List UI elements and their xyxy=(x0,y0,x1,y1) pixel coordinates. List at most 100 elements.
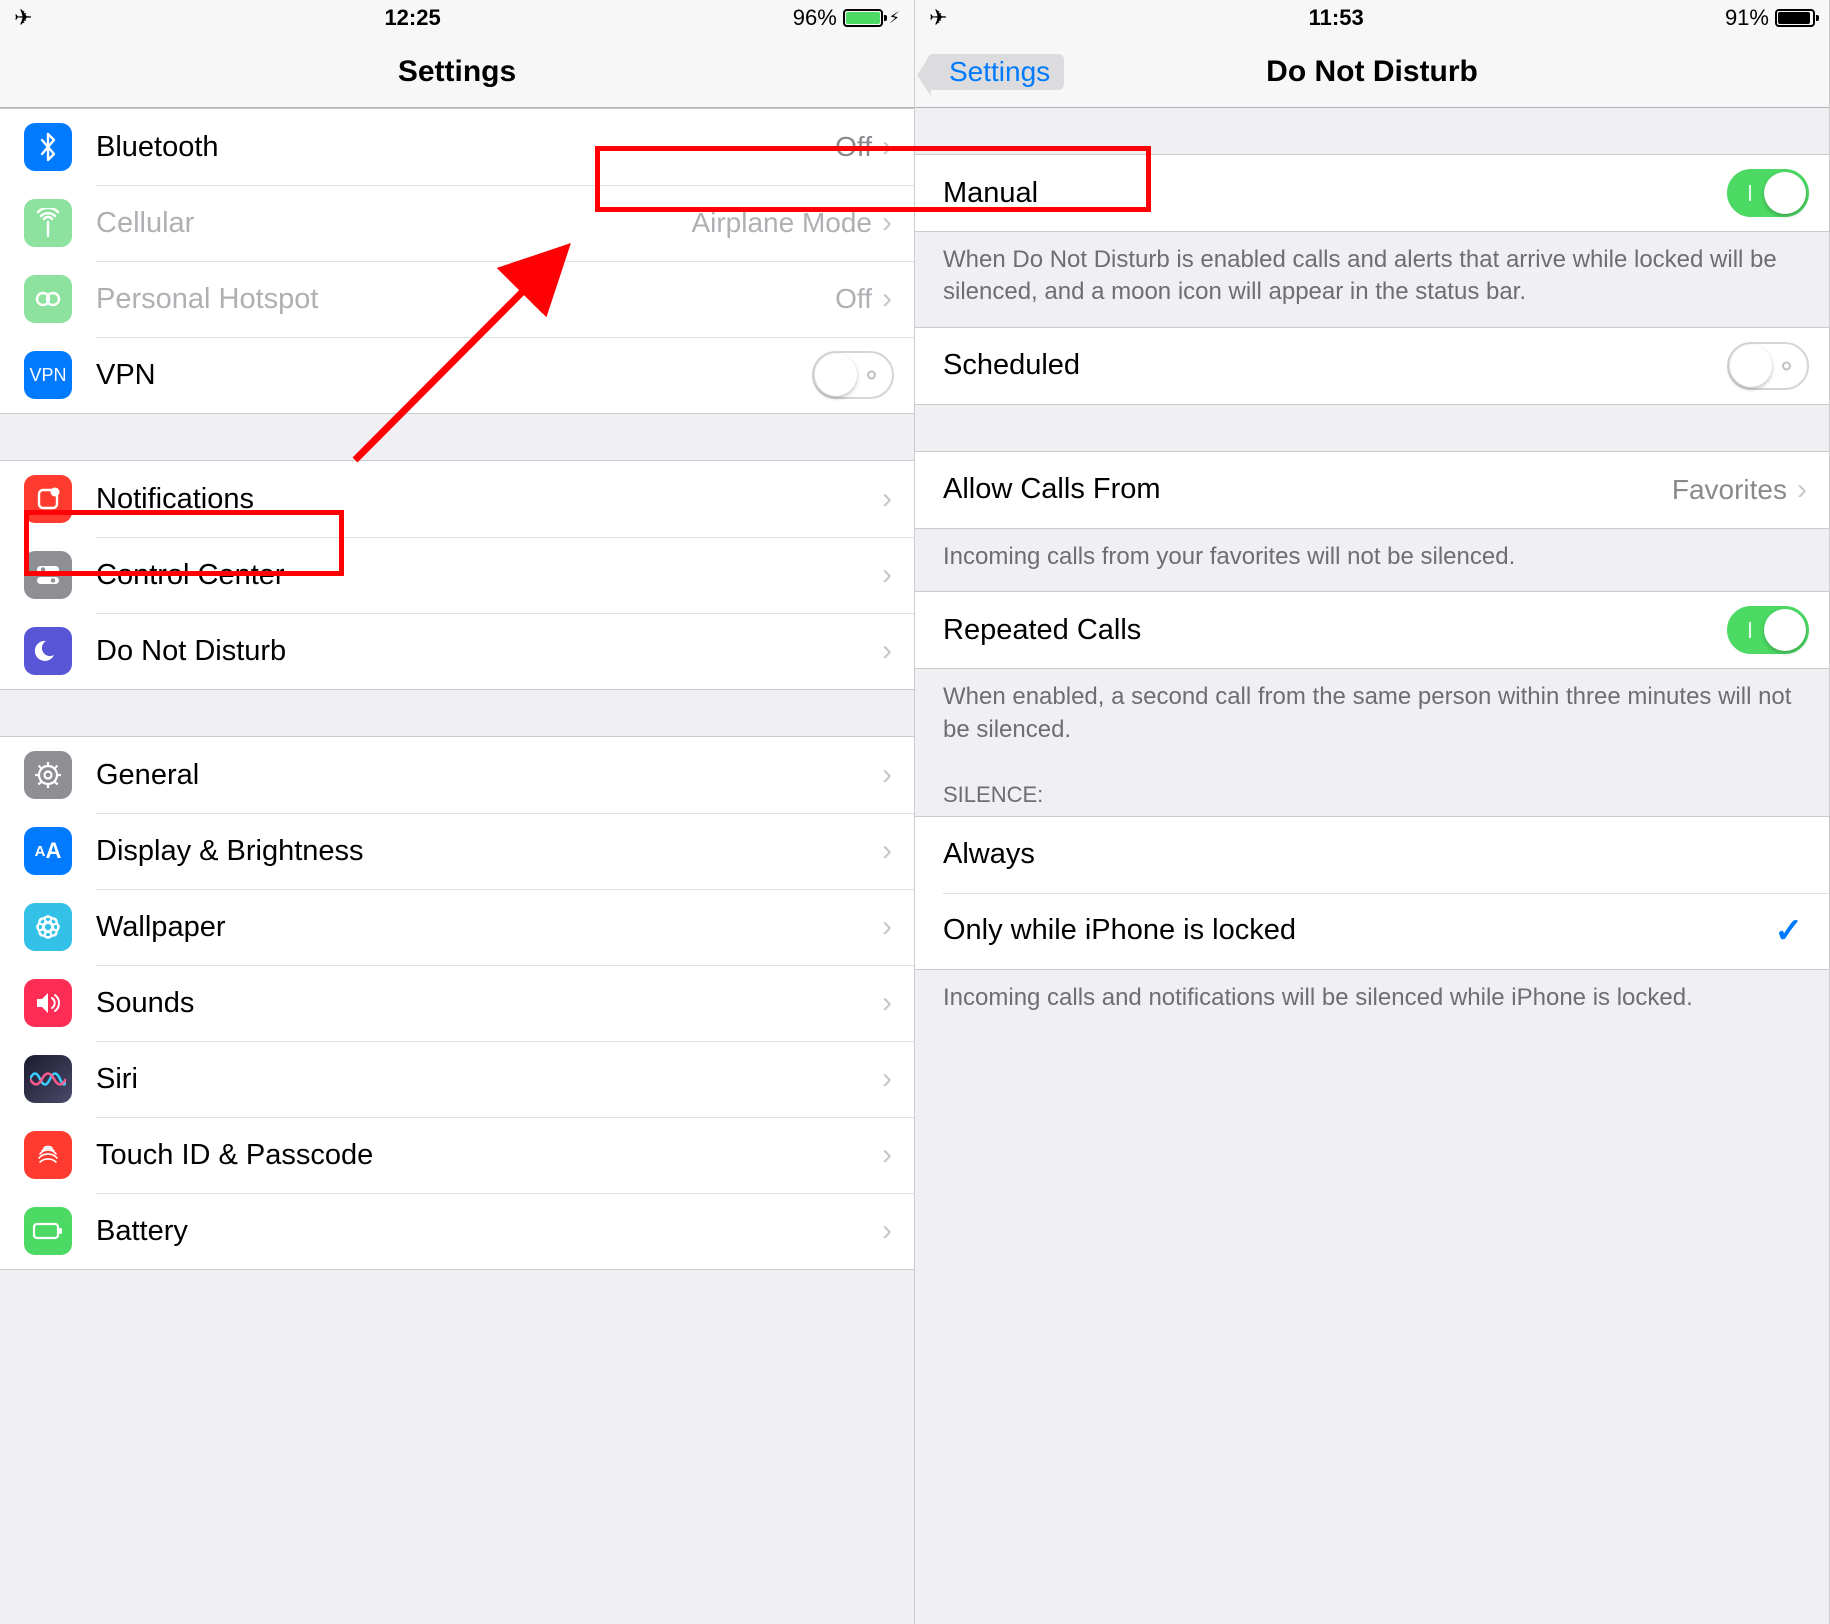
nav-header: Settings Do Not Disturb xyxy=(915,36,1829,108)
vpn-toggle[interactable] xyxy=(812,351,894,399)
row-value: Airplane Mode xyxy=(691,207,872,239)
display-icon: AA xyxy=(24,827,72,875)
battery-percent: 96% xyxy=(793,5,837,31)
row-value: Off xyxy=(835,283,872,315)
silence-always-row[interactable]: Always xyxy=(915,817,1829,893)
checkmark-icon: ✓ xyxy=(1775,911,1804,951)
settings-row-general[interactable]: General › xyxy=(0,737,914,813)
settings-row-hotspot[interactable]: Personal Hotspot Off › xyxy=(0,261,914,337)
row-label: Touch ID & Passcode xyxy=(96,1139,882,1172)
settings-row-cellular[interactable]: Cellular Airplane Mode › xyxy=(0,185,914,261)
fingerprint-icon xyxy=(24,1131,72,1179)
manual-toggle[interactable] xyxy=(1727,169,1809,217)
back-button[interactable]: Settings xyxy=(927,54,1064,90)
settings-row-dnd[interactable]: Do Not Disturb › xyxy=(0,613,914,689)
dnd-scheduled-row[interactable]: Scheduled xyxy=(915,328,1829,404)
chevron-right-icon: › xyxy=(882,282,892,316)
battery-percent: 91% xyxy=(1725,5,1769,31)
battery-icon xyxy=(1775,9,1815,27)
repeated-toggle[interactable] xyxy=(1727,606,1809,654)
status-bar: ✈︎ 11:53 91% xyxy=(915,0,1829,36)
control-center-icon xyxy=(24,551,72,599)
moon-icon xyxy=(24,627,72,675)
row-label: Bluetooth xyxy=(96,131,835,164)
allow-footer-text: Incoming calls from your favorites will … xyxy=(915,529,1829,591)
row-label: VPN xyxy=(96,359,812,392)
chevron-right-icon: › xyxy=(882,482,892,516)
vpn-icon: VPN xyxy=(24,351,72,399)
row-label: Scheduled xyxy=(943,349,1727,382)
chevron-right-icon: › xyxy=(882,1214,892,1248)
row-label: Repeated Calls xyxy=(943,614,1727,647)
row-label: Control Center xyxy=(96,559,882,592)
chevron-right-icon: › xyxy=(882,1062,892,1096)
row-label: Battery xyxy=(96,1215,882,1248)
bluetooth-icon xyxy=(24,123,72,171)
siri-icon xyxy=(24,1055,72,1103)
row-label: Cellular xyxy=(96,207,691,240)
back-label: Settings xyxy=(949,56,1050,88)
gear-icon xyxy=(24,751,72,799)
settings-row-sounds[interactable]: Sounds › xyxy=(0,965,914,1041)
row-label: Wallpaper xyxy=(96,911,882,944)
row-label: Do Not Disturb xyxy=(96,635,882,668)
dnd-manual-row[interactable]: Manual xyxy=(915,155,1829,231)
settings-row-battery[interactable]: Battery › xyxy=(0,1193,914,1269)
sounds-icon xyxy=(24,979,72,1027)
scheduled-toggle[interactable] xyxy=(1727,342,1809,390)
row-value: Off xyxy=(835,131,872,163)
row-value: Favorites xyxy=(1672,474,1787,506)
settings-row-siri[interactable]: Siri › xyxy=(0,1041,914,1117)
cellular-icon xyxy=(24,199,72,247)
status-time: 11:53 xyxy=(1309,5,1364,31)
chevron-right-icon: › xyxy=(882,206,892,240)
chevron-right-icon: › xyxy=(882,1138,892,1172)
chevron-right-icon: › xyxy=(882,986,892,1020)
wallpaper-icon xyxy=(24,903,72,951)
settings-row-bluetooth[interactable]: Bluetooth Off › xyxy=(0,109,914,185)
settings-row-notifications[interactable]: Notifications › xyxy=(0,461,914,537)
chevron-right-icon: › xyxy=(882,758,892,792)
chevron-right-icon: › xyxy=(882,634,892,668)
manual-footer-text: When Do Not Disturb is enabled calls and… xyxy=(915,232,1829,327)
chevron-right-icon: › xyxy=(1797,473,1807,507)
row-label: Notifications xyxy=(96,483,882,516)
chevron-right-icon: › xyxy=(882,910,892,944)
settings-row-vpn[interactable]: VPN VPN xyxy=(0,337,914,413)
row-label: Manual xyxy=(943,177,1727,210)
settings-row-display[interactable]: AA Display & Brightness › xyxy=(0,813,914,889)
silence-section-header: SILENCE: xyxy=(915,764,1829,816)
silence-locked-row[interactable]: Only while iPhone is locked ✓ xyxy=(915,893,1829,969)
page-title: Settings xyxy=(398,55,516,89)
airplane-mode-icon: ✈︎ xyxy=(929,5,947,31)
row-label: Always xyxy=(943,838,1809,871)
charging-icon: ⚡︎ xyxy=(889,8,900,28)
row-label: Only while iPhone is locked xyxy=(943,914,1775,947)
status-bar: ✈︎ 12:25 96% ⚡︎ xyxy=(0,0,914,36)
battery-icon xyxy=(843,9,883,27)
settings-row-wallpaper[interactable]: Wallpaper › xyxy=(0,889,914,965)
page-title: Do Not Disturb xyxy=(1266,55,1478,89)
hotspot-icon xyxy=(24,275,72,323)
settings-row-control-center[interactable]: Control Center › xyxy=(0,537,914,613)
repeated-footer-text: When enabled, a second call from the sam… xyxy=(915,669,1829,764)
row-label: General xyxy=(96,759,882,792)
row-label: Personal Hotspot xyxy=(96,283,835,316)
silence-footer-text: Incoming calls and notifications will be… xyxy=(915,970,1829,1032)
battery-icon xyxy=(24,1207,72,1255)
notifications-icon xyxy=(24,475,72,523)
chevron-right-icon: › xyxy=(882,130,892,164)
chevron-right-icon: › xyxy=(882,834,892,868)
row-label: Display & Brightness xyxy=(96,835,882,868)
dnd-allow-calls-row[interactable]: Allow Calls From Favorites › xyxy=(915,452,1829,528)
dnd-repeated-calls-row[interactable]: Repeated Calls xyxy=(915,592,1829,668)
settings-row-touchid[interactable]: Touch ID & Passcode › xyxy=(0,1117,914,1193)
dnd-panel: ✈︎ 11:53 91% Settings Do Not Disturb Man… xyxy=(915,0,1830,1624)
chevron-right-icon: › xyxy=(882,558,892,592)
settings-panel: ✈︎ 12:25 96% ⚡︎ Settings Bluetoo xyxy=(0,0,915,1624)
nav-header: Settings xyxy=(0,36,914,108)
airplane-mode-icon: ✈︎ xyxy=(14,5,32,31)
status-time: 12:25 xyxy=(384,5,440,31)
row-label: Sounds xyxy=(96,987,882,1020)
row-label: Allow Calls From xyxy=(943,473,1672,506)
